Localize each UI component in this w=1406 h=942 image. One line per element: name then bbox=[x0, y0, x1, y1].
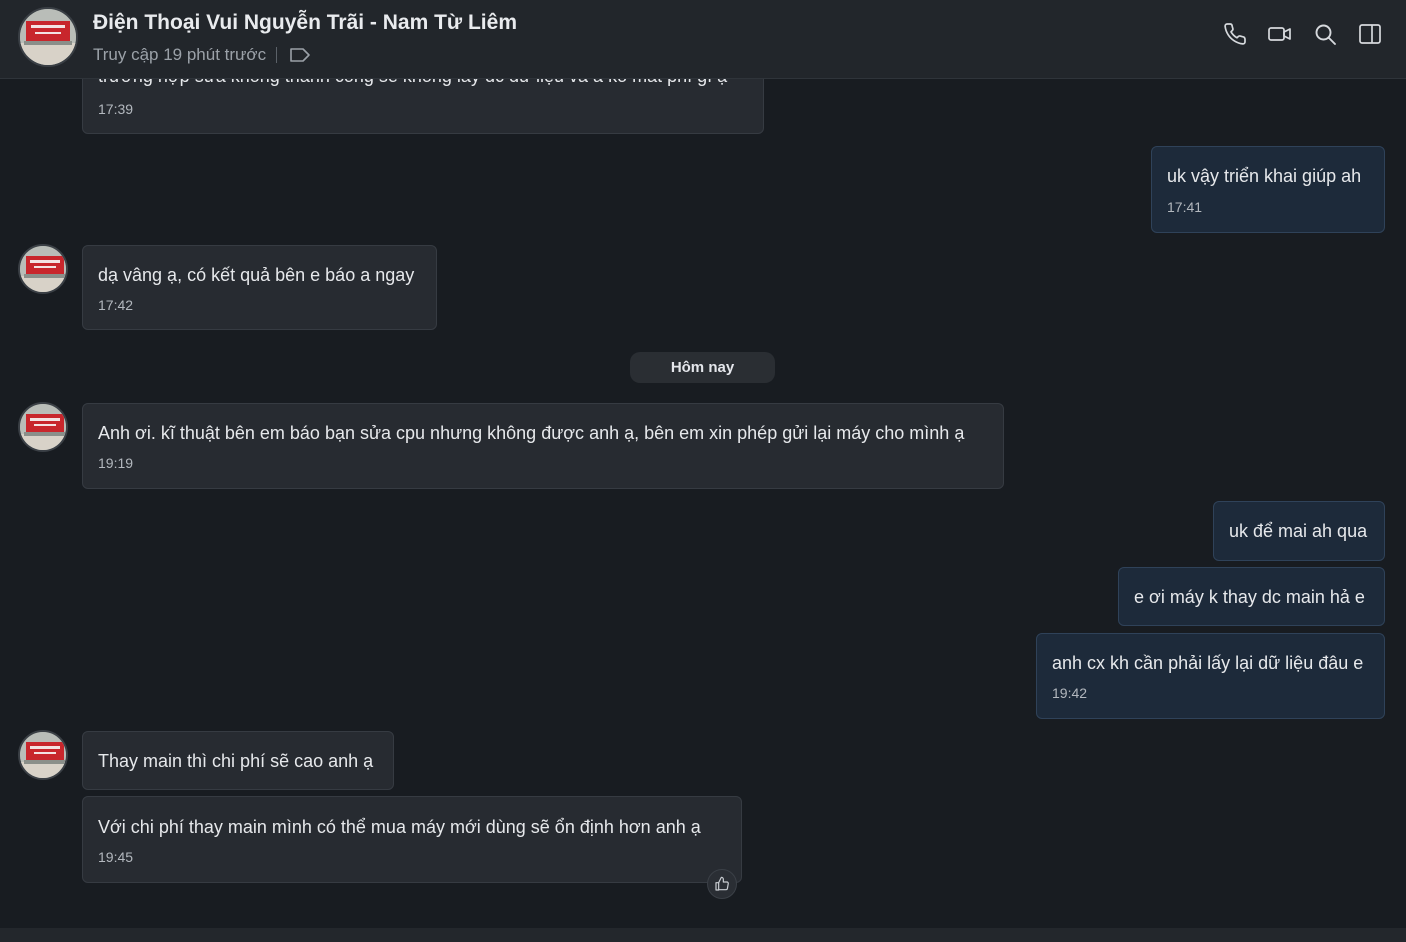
phone-icon[interactable] bbox=[1223, 22, 1247, 46]
tag-icon[interactable] bbox=[289, 47, 311, 63]
message-time: 19:19 bbox=[98, 455, 134, 471]
message-bubble-incoming[interactable]: Anh ơi. kĩ thuật bên em báo bạn sửa cpu … bbox=[82, 403, 1004, 489]
message-text: uk vậy triển khai giúp ah bbox=[1167, 166, 1362, 186]
chat-header: Điện Thoại Vui Nguyễn Trãi - Nam Từ Liêm… bbox=[0, 0, 1406, 79]
message-bubble-outgoing[interactable]: e ơi máy k thay dc main hả e bbox=[1118, 567, 1385, 626]
date-separator: Hôm nay bbox=[630, 352, 775, 383]
message-text: Anh ơi. kĩ thuật bên em báo bạn sửa cpu … bbox=[98, 423, 965, 443]
message-bubble-incoming[interactable]: dạ vâng ạ, có kết quả bên e báo a ngay 1… bbox=[82, 245, 437, 330]
contact-avatar[interactable] bbox=[18, 402, 68, 452]
message-text: dạ vâng ạ, có kết quả bên e báo a ngay bbox=[98, 265, 415, 285]
sidebar-toggle-icon[interactable] bbox=[1358, 22, 1382, 46]
message-time: 17:42 bbox=[98, 297, 134, 313]
message-time: 17:39 bbox=[98, 101, 134, 117]
header-actions bbox=[1223, 22, 1382, 46]
contact-avatar[interactable] bbox=[18, 730, 68, 780]
conversation-title: Điện Thoại Vui Nguyễn Trãi - Nam Từ Liêm bbox=[93, 11, 517, 34]
divider bbox=[276, 47, 278, 63]
message-text: Với chi phí thay main mình có thể mua má… bbox=[98, 817, 701, 837]
message-text: Thay main thì chi phí sẽ cao anh ạ bbox=[98, 751, 374, 771]
message-text: anh cx kh cần phải lấy lại dữ liệu đâu e bbox=[1052, 653, 1364, 673]
message-bubble-outgoing[interactable]: uk vậy triển khai giúp ah 17:41 bbox=[1151, 146, 1385, 233]
message-bubble-incoming[interactable]: Với chi phí thay main mình có thể mua má… bbox=[82, 796, 742, 883]
message-bubble-incoming[interactable]: Thay main thì chi phí sẽ cao anh ạ bbox=[82, 731, 394, 790]
message-bubble-outgoing[interactable]: anh cx kh cần phải lấy lại dữ liệu đâu e… bbox=[1036, 633, 1385, 719]
composer-edge bbox=[0, 928, 1406, 942]
video-icon[interactable] bbox=[1268, 22, 1292, 46]
chat-window: trường hợp sửa không thành công sẽ không… bbox=[0, 0, 1406, 942]
contact-avatar[interactable] bbox=[18, 7, 78, 67]
message-bubble-outgoing[interactable]: uk để mai ah qua bbox=[1213, 501, 1385, 561]
contact-avatar[interactable] bbox=[18, 244, 68, 294]
thumbs-up-icon[interactable] bbox=[707, 869, 737, 899]
message-time: 19:42 bbox=[1052, 685, 1088, 701]
last-seen-text: Truy cập 19 phút trước bbox=[93, 45, 267, 64]
search-icon[interactable] bbox=[1313, 22, 1337, 46]
message-text: e ơi máy k thay dc main hả e bbox=[1134, 587, 1365, 607]
message-time: 19:45 bbox=[98, 849, 134, 865]
last-seen-status: Truy cập 19 phút trước bbox=[93, 45, 311, 65]
message-text: uk để mai ah qua bbox=[1229, 521, 1368, 541]
message-time: 17:41 bbox=[1167, 199, 1203, 215]
